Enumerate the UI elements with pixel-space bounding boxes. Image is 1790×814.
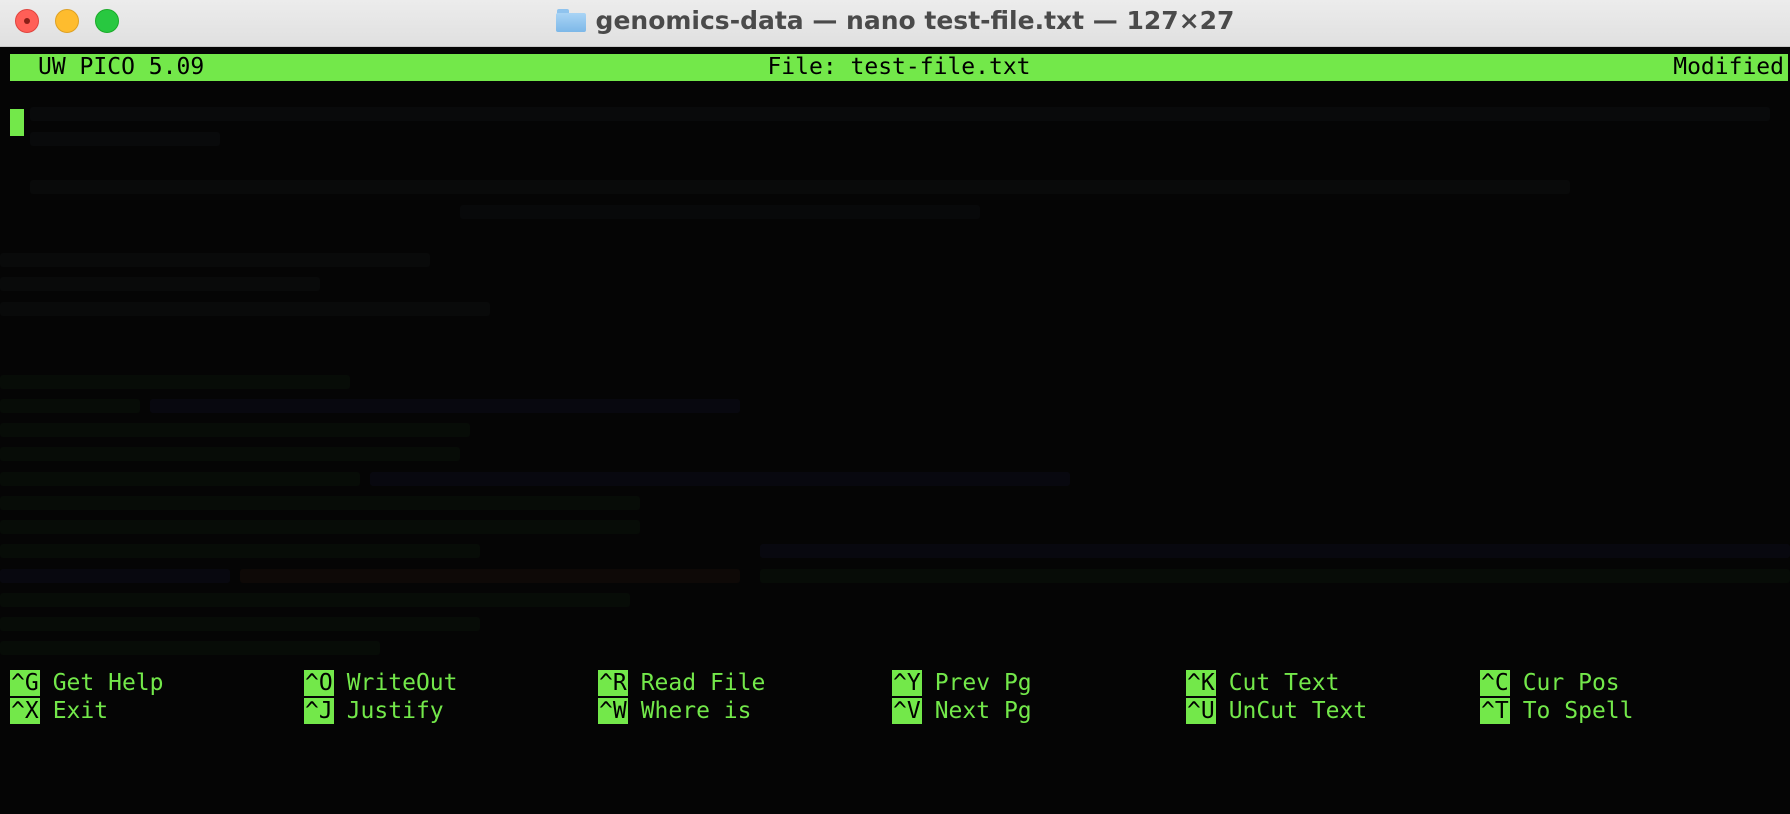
shortcut-where-is[interactable]: ^W Where is bbox=[598, 698, 751, 724]
shortcut-next-page[interactable]: ^V Next Pg bbox=[892, 698, 1032, 724]
window-title: genomics-data — nano test-file.txt — 127… bbox=[595, 5, 1235, 35]
nano-editor[interactable]: UW PICO 5.09 File: test-file.txt Modifie… bbox=[0, 47, 1790, 814]
terminal-window: genomics-data — nano test-file.txt — 127… bbox=[0, 0, 1790, 814]
shortcut-key: ^U bbox=[1186, 698, 1216, 724]
shortcut-key: ^R bbox=[598, 670, 628, 696]
shortcut-key: ^W bbox=[598, 698, 628, 724]
modified-status: Modified bbox=[1673, 54, 1784, 80]
editor-header-bar: UW PICO 5.09 File: test-file.txt Modifie… bbox=[10, 54, 1788, 81]
shortcut-key: ^J bbox=[304, 698, 334, 724]
window-title-group: genomics-data — nano test-file.txt — 127… bbox=[0, 0, 1790, 40]
shortcut-label: Next Pg bbox=[934, 698, 1032, 724]
shortcut-label: Read File bbox=[640, 670, 766, 696]
shortcut-get-help[interactable]: ^G Get Help bbox=[10, 670, 163, 696]
file-name-label: File: test-file.txt bbox=[767, 54, 1031, 80]
title-bar[interactable]: genomics-data — nano test-file.txt — 127… bbox=[0, 0, 1790, 47]
shortcut-footer: ^G Get Help ^O WriteOut ^R Read File ^Y Prev… bbox=[0, 670, 1790, 809]
shortcut-read-file[interactable]: ^R Read File bbox=[598, 670, 765, 696]
shortcut-writeout[interactable]: ^O WriteOut bbox=[304, 670, 457, 696]
shortcut-prev-page[interactable]: ^Y Prev Pg bbox=[892, 670, 1032, 696]
shortcut-label: Prev Pg bbox=[934, 670, 1032, 696]
shortcut-key: ^V bbox=[892, 698, 922, 724]
shortcut-label: Where is bbox=[640, 698, 752, 724]
shortcut-label: Justify bbox=[346, 698, 444, 724]
folder-icon bbox=[555, 8, 586, 32]
shortcut-label: To Spell bbox=[1522, 698, 1634, 724]
shortcut-label: UnCut Text bbox=[1228, 698, 1368, 724]
shortcut-cut-text[interactable]: ^K Cut Text bbox=[1186, 670, 1339, 696]
shortcut-label: Cut Text bbox=[1228, 670, 1340, 696]
shortcut-uncut-text[interactable]: ^U UnCut Text bbox=[1186, 698, 1367, 724]
shortcut-exit[interactable]: ^X Exit bbox=[10, 698, 108, 724]
shortcut-label: Get Help bbox=[52, 670, 164, 696]
shortcut-key: ^O bbox=[304, 670, 334, 696]
shortcut-label: Exit bbox=[52, 698, 109, 724]
shortcut-justify[interactable]: ^J Justify bbox=[304, 698, 444, 724]
shortcut-key: ^Y bbox=[892, 670, 922, 696]
shortcut-key: ^G bbox=[10, 670, 40, 696]
shortcut-cur-pos[interactable]: ^C Cur Pos bbox=[1480, 670, 1620, 696]
shortcut-label: WriteOut bbox=[346, 670, 458, 696]
shortcut-key: ^X bbox=[10, 698, 40, 724]
shortcut-label: Cur Pos bbox=[1522, 670, 1620, 696]
shortcut-to-spell[interactable]: ^T To Spell bbox=[1480, 698, 1633, 724]
shortcut-key: ^K bbox=[1186, 670, 1216, 696]
text-cursor bbox=[10, 109, 24, 136]
shortcut-key: ^C bbox=[1480, 670, 1510, 696]
shortcut-key: ^T bbox=[1480, 698, 1510, 724]
